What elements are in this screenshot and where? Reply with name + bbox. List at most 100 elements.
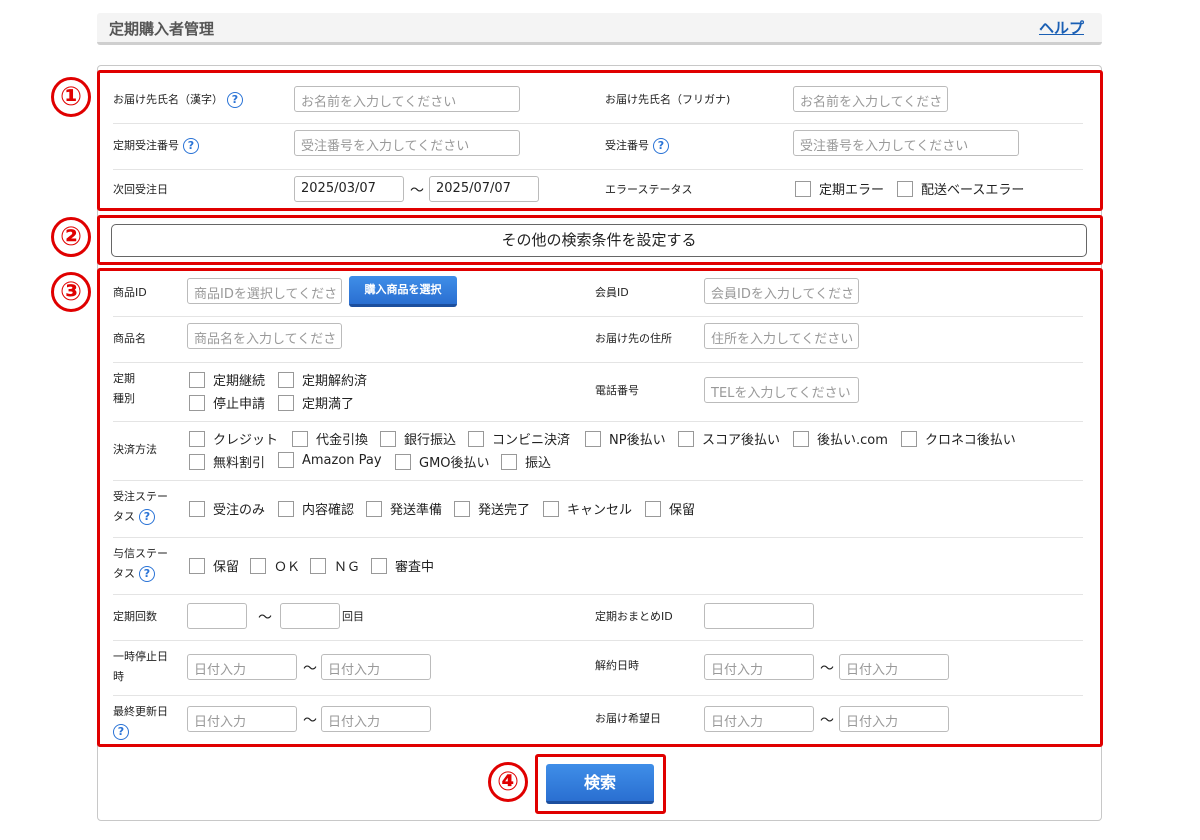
help-icon[interactable]: ? [113,724,129,740]
summary-id-input[interactable] [704,603,814,629]
help-icon[interactable]: ? [139,509,155,525]
checkbox-sub-continue[interactable]: 定期継続 [189,370,265,389]
checkbox[interactable] [292,430,308,447]
checkbox-hold[interactable]: 保留 [645,499,695,518]
checkbox[interactable] [189,430,205,447]
name-kanji-input[interactable]: お名前を入力してください [294,86,520,112]
next-date-from-input[interactable]: 2025/03/07 [294,176,404,202]
checkbox-credit-review[interactable]: 審査中 [371,556,434,575]
checkbox-sub-error[interactable]: 定期エラー [795,179,884,198]
checkbox[interactable] [501,453,517,470]
search-button[interactable]: 検索 [546,764,654,804]
checkbox-atobarai[interactable]: 後払い.com [793,429,888,448]
checkbox[interactable] [543,500,559,517]
sub-order-no-input[interactable]: 受注番号を入力してください [294,130,520,156]
checkbox[interactable] [189,394,205,411]
checkbox[interactable] [278,371,294,388]
updated-to-input[interactable]: 日付入力 [321,706,431,732]
checkbox[interactable] [278,500,294,517]
address-input[interactable]: 住所を入力してください [704,323,859,349]
pause-date-to-input[interactable]: 日付入力 [321,654,431,680]
checkbox[interactable] [366,500,382,517]
help-link[interactable]: ヘルプ [1039,17,1084,38]
checkbox[interactable] [189,453,205,470]
delivery-date-to-input[interactable]: 日付入力 [839,706,949,732]
member-id-input[interactable]: 会員IDを入力してくださ [704,278,859,304]
checkbox[interactable] [395,453,411,470]
checkbox-conveni[interactable]: コンビニ決済 [468,429,570,448]
checkbox-credit[interactable]: クレジット [189,429,278,448]
checkbox-stop-request[interactable]: 停止申請 [189,393,265,412]
next-date-to-input[interactable]: 2025/07/07 [429,176,539,202]
range-tilde: ～ [820,713,834,729]
count-suffix: 回目 [342,610,364,623]
checkbox[interactable] [468,430,484,447]
checkbox-ship-prep[interactable]: 発送準備 [366,499,442,518]
product-id-input[interactable]: 商品IDを選択してくださ [187,278,342,304]
order-no-label: 受注番号 [605,139,649,152]
product-name-input[interactable]: 商品名を入力してくださ [187,323,342,349]
checkbox[interactable] [793,430,809,447]
help-icon[interactable]: ? [183,138,199,154]
checkbox[interactable] [278,394,294,411]
checkbox[interactable] [189,557,205,574]
section-basic-search: お届け先氏名（漢字）? お名前を入力してください お届け先氏名（フリガナ) お名… [97,70,1103,211]
checkbox-credit-hold[interactable]: 保留 [189,556,239,575]
checkbox-transfer[interactable]: 振込 [501,452,551,471]
marker-1: ① [51,77,91,117]
checkbox[interactable] [585,430,601,447]
checkbox[interactable] [371,557,387,574]
checkbox-credit-ok[interactable]: ＯＫ [250,556,300,575]
checkbox[interactable] [310,557,326,574]
delivery-date-from-input[interactable]: 日付入力 [704,706,814,732]
checkbox[interactable] [189,500,205,517]
checkbox-score[interactable]: スコア後払い [678,429,780,448]
checkbox[interactable] [380,430,396,447]
checkbox-ship-done[interactable]: 発送完了 [454,499,530,518]
checkbox-order-only[interactable]: 受注のみ [189,499,265,518]
checkbox-kuroneko[interactable]: クロネコ後払い [901,429,1016,448]
checkbox[interactable] [678,430,694,447]
checkbox[interactable] [278,452,294,468]
checkbox-credit-ng[interactable]: ＮＧ [310,556,360,575]
updated-label: 最終更新日? [113,705,168,740]
updated-from-input[interactable]: 日付入力 [187,706,297,732]
checkbox[interactable] [645,500,661,517]
checkbox[interactable] [189,371,205,388]
checkbox-bank[interactable]: 銀行振込 [380,429,456,448]
checkbox-content-check[interactable]: 内容確認 [278,499,354,518]
checkbox[interactable] [795,180,811,197]
form-row: お届け先氏名（漢字）? お名前を入力してください お届け先氏名（フリガナ) お名… [113,78,1083,124]
phone-input[interactable]: TELを入力してください [704,377,859,403]
checkbox-sub-cancelled[interactable]: 定期解約済 [278,370,367,389]
checkbox[interactable] [250,557,266,574]
name-kana-input[interactable]: お名前を入力してくださ [793,86,948,112]
section-detail-search: 商品ID 商品IDを選択してくださ 購入商品を選択 会員ID 会員IDを入力して… [97,268,1103,747]
help-icon[interactable]: ? [227,92,243,108]
checkbox[interactable] [901,430,917,447]
checkbox[interactable] [897,180,913,197]
checkbox-cancel[interactable]: キャンセル [543,499,632,518]
checkbox-np[interactable]: NP後払い [585,429,666,448]
help-icon[interactable]: ? [139,566,155,582]
name-kana-label: お届け先氏名（フリガナ) [605,93,731,106]
pause-date-from-input[interactable]: 日付入力 [187,654,297,680]
summary-id-label: 定期おまとめID [595,610,673,623]
checkbox-cod[interactable]: 代金引換 [292,429,368,448]
select-product-button[interactable]: 購入商品を選択 [349,276,457,307]
count-from-input[interactable] [187,603,247,629]
checkbox-free[interactable]: 無料割引 [189,452,265,471]
form-row: 最終更新日? 日付入力 ～ 日付入力 お届け希望日 日付入力 ～ 日付入力 [113,696,1083,746]
cancel-date-to-input[interactable]: 日付入力 [839,654,949,680]
count-to-input[interactable] [280,603,340,629]
checkbox-amazon-pay[interactable]: Amazon Pay [278,452,382,468]
phone-label: 電話番号 [595,384,639,397]
cancel-date-from-input[interactable]: 日付入力 [704,654,814,680]
help-icon[interactable]: ? [653,138,669,154]
order-no-input[interactable]: 受注番号を入力してください [793,130,1019,156]
checkbox-sub-completed[interactable]: 定期満了 [278,393,354,412]
checkbox[interactable] [454,500,470,517]
more-conditions-button[interactable]: その他の検索条件を設定する [111,224,1087,257]
checkbox-gmo[interactable]: GMO後払い [395,452,490,471]
checkbox-base-error[interactable]: 配送ベースエラー [897,179,1024,198]
